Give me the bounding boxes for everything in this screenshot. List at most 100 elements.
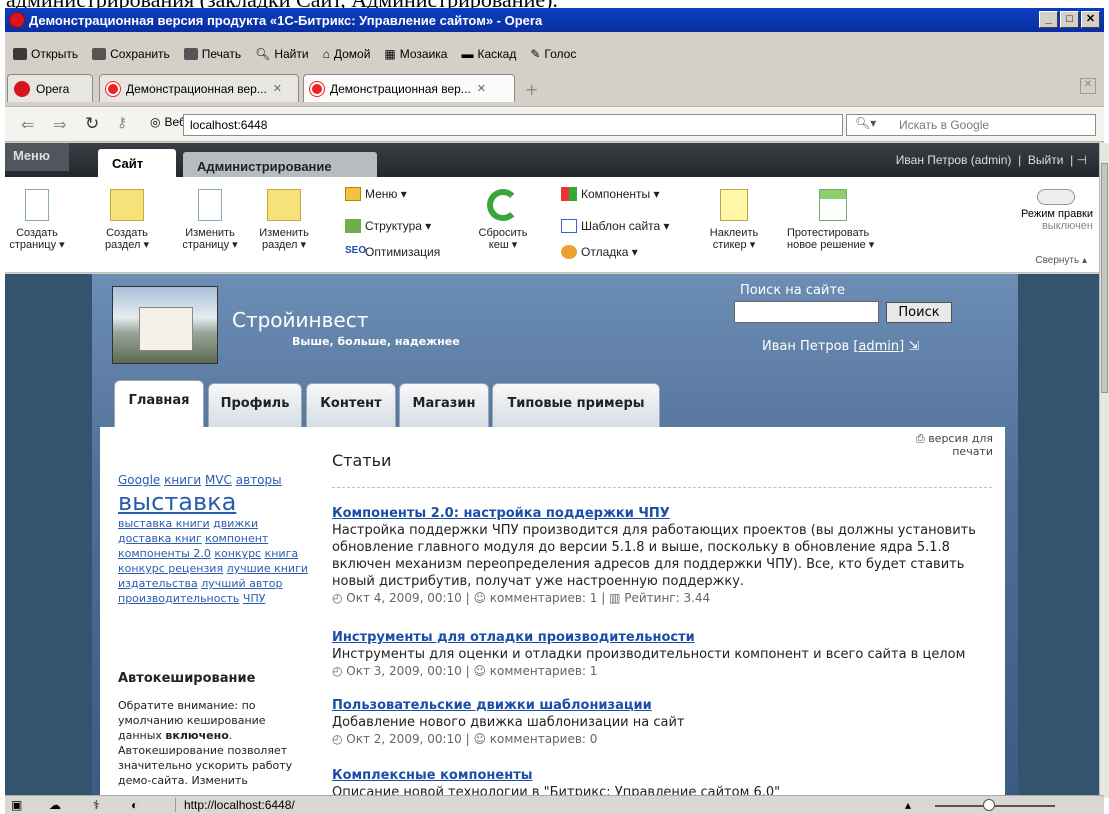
tag-link[interactable]: конкурс — [214, 547, 261, 560]
home-icon: ⌂ — [322, 47, 330, 61]
reset-cache-button[interactable]: Сбросить кеш ▾ — [473, 189, 533, 251]
tag-link[interactable]: выставка книги — [118, 517, 210, 530]
sticker-button[interactable]: Наклеить стикер ▾ — [701, 189, 767, 251]
edit-section-button[interactable]: Изменить раздел ▾ — [251, 189, 317, 251]
article-title-link[interactable]: Комплексные компоненты — [332, 767, 997, 784]
components-dropdown[interactable]: Компоненты ▾ — [561, 187, 660, 201]
article-item: Пользовательские движки шаблонизации Доб… — [332, 697, 997, 748]
panel-user-name[interactable]: Иван Петров (admin) — [896, 153, 1012, 167]
print-button[interactable]: Печать — [183, 47, 241, 61]
close-window-button[interactable]: ✕ — [1081, 11, 1100, 28]
test-solution-button[interactable]: Протестировать новое решение ▾ — [787, 189, 897, 251]
network-icon[interactable]: ⚕ — [93, 798, 100, 812]
tag-link[interactable]: книги — [164, 473, 201, 487]
site-search-input[interactable] — [734, 301, 879, 323]
page-scrollbar[interactable] — [1099, 143, 1109, 798]
tag-link-big[interactable]: выставка — [118, 488, 236, 516]
zoom-slider[interactable] — [935, 805, 1055, 807]
edit-mode-toggle[interactable] — [1037, 189, 1075, 205]
menu-dropdown[interactable]: Меню ▾ — [345, 187, 407, 201]
site-tab-content[interactable]: Контент — [306, 383, 396, 427]
seo-icon: SEO — [345, 245, 367, 256]
tag-link[interactable]: MVC — [205, 473, 232, 487]
window-controls: _ □ ✕ — [1039, 11, 1100, 28]
minimize-button[interactable]: _ — [1039, 11, 1058, 28]
search-engine-icon[interactable]: 🔍︎▾ — [855, 116, 876, 130]
cascade-button[interactable]: ▬ Каскад — [461, 47, 516, 61]
site-search-button[interactable]: Поиск — [886, 302, 952, 323]
address-input[interactable]: localhost:6448 — [183, 114, 843, 136]
tag-link[interactable]: авторы — [236, 473, 282, 487]
tag-link[interactable]: доставка книг — [118, 532, 202, 545]
tag-link[interactable]: издательства — [118, 577, 198, 590]
collapse-link[interactable]: Свернуть ▴ — [1035, 255, 1087, 266]
site-tab-shop[interactable]: Магазин — [399, 383, 489, 427]
logout-link[interactable]: Выйти — [1028, 153, 1064, 167]
reload-button[interactable]: ↻ — [85, 114, 99, 134]
menu-icon — [345, 187, 361, 201]
tag-link[interactable]: Google — [118, 473, 160, 487]
tag-link[interactable]: конкурс рецензия — [118, 562, 223, 575]
browser-toolbar: Открыть Сохранить Печать 🔍︎ Найти ⌂ Домой … — [5, 40, 1104, 68]
cloud-icon[interactable]: ☁ — [49, 798, 61, 812]
find-button[interactable]: 🔍︎ Найти — [255, 47, 308, 61]
logout-icon[interactable]: ⇲ — [908, 339, 919, 354]
close-tab-icon[interactable]: ✕ — [273, 82, 282, 95]
search-input[interactable]: Искать в Google — [846, 114, 1096, 136]
panel-tab-site[interactable]: Сайт — [98, 149, 176, 177]
browser-tab-1[interactable]: Демонстрационная вер... ✕ — [99, 74, 299, 102]
new-tab-button[interactable]: + — [525, 80, 538, 99]
tile-button[interactable]: ▦ Мозаика — [384, 47, 447, 61]
site-name[interactable]: Стройинвест — [232, 308, 368, 332]
key-icon[interactable]: ⚷ — [117, 115, 127, 131]
tag-cloud: Google книги MVC авторы выставка выставк… — [118, 472, 318, 606]
create-page-button[interactable]: Создать страницу ▾ — [7, 189, 67, 251]
site-logo-image[interactable] — [112, 286, 218, 364]
template-dropdown[interactable]: Шаблон сайта ▾ — [561, 219, 670, 233]
edit-page-button[interactable]: Изменить страницу ▾ — [177, 189, 243, 251]
back-button[interactable]: ⇐ — [21, 115, 34, 134]
speed-icon[interactable]: ◐ — [131, 798, 138, 812]
panel-menu-button[interactable]: Меню — [5, 143, 69, 171]
printer-icon: ⎙ — [915, 432, 925, 445]
article-title-link[interactable]: Инструменты для отладки производительнос… — [332, 629, 997, 646]
site-user-login[interactable]: admin — [858, 339, 899, 354]
maximize-button[interactable]: □ — [1060, 11, 1079, 28]
zoom-slider-handle[interactable] — [983, 799, 995, 811]
tag-link[interactable]: лучшие книги — [227, 562, 308, 575]
pin-icon[interactable]: ⊣ — [1077, 153, 1087, 167]
zoom-out-icon[interactable]: ▴ — [905, 798, 911, 812]
opera-menu-button[interactable]: Opera — [7, 74, 93, 102]
site-tab-examples[interactable]: Типовые примеры — [492, 383, 660, 427]
article-title-link[interactable]: Пользовательские движки шаблонизации — [332, 697, 997, 714]
tag-link[interactable]: книга — [265, 547, 299, 560]
tag-link[interactable]: компонент — [205, 532, 268, 545]
open-button[interactable]: Открыть — [13, 47, 78, 61]
browser-tab-2[interactable]: Демонстрационная вер... ✕ — [303, 74, 515, 102]
tag-link[interactable]: компоненты 2.0 — [118, 547, 211, 560]
close-tab-icon[interactable]: ✕ — [477, 82, 486, 95]
tag-link[interactable]: ЧПУ — [243, 592, 266, 605]
panel-tab-admin[interactable]: Администрирование — [183, 152, 377, 177]
print-version-link[interactable]: ⎙ версия для печати — [903, 432, 993, 458]
article-item: Комплексные компоненты Описание новой те… — [332, 767, 997, 795]
panel-toggle-icon[interactable]: ▣ — [11, 798, 22, 812]
structure-dropdown[interactable]: Структура ▾ — [345, 219, 431, 233]
tag-link[interactable]: лучший автор — [201, 577, 282, 590]
forward-button[interactable]: ⇒ — [53, 115, 66, 134]
home-button[interactable]: ⌂ Домой — [323, 47, 371, 61]
save-button[interactable]: Сохранить — [92, 47, 170, 61]
debug-dropdown[interactable]: Отладка ▾ — [561, 245, 638, 259]
seo-button[interactable]: SEO Оптимизация — [345, 245, 440, 259]
article-item: Инструменты для отладки производительнос… — [332, 629, 997, 680]
site-tab-main[interactable]: Главная — [114, 380, 204, 428]
tag-link[interactable]: движки — [213, 517, 258, 530]
scrollbar-thumb[interactable] — [1101, 163, 1108, 393]
voice-button[interactable]: ✎ Голос — [530, 47, 576, 61]
tag-link[interactable]: производительность — [118, 592, 239, 605]
create-section-button[interactable]: Создать раздел ▾ — [97, 189, 157, 251]
components-icon — [561, 187, 577, 201]
article-title-link[interactable]: Компоненты 2.0: настройка поддержки ЧПУ — [332, 505, 997, 522]
trash-icon[interactable]: ✕ — [1080, 78, 1096, 94]
site-tab-profile[interactable]: Профиль — [208, 383, 302, 427]
